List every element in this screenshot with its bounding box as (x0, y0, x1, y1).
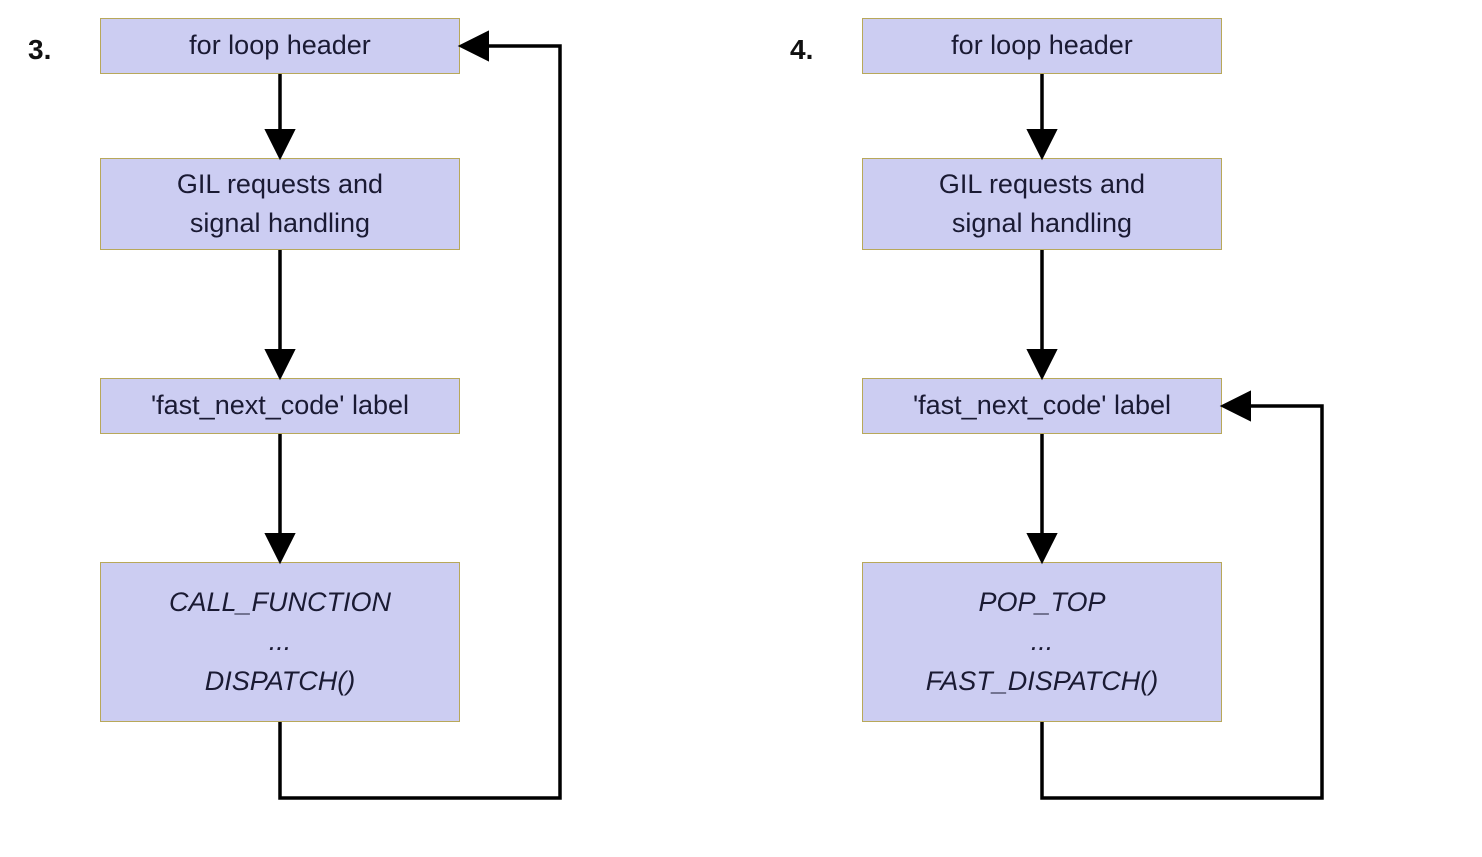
diagram-4: 4. for loop header GIL requests and sign… (780, 0, 1480, 857)
diagram-number-3: 3. (28, 34, 51, 66)
box-fast-dispatch: POP_TOP ... FAST_DISPATCH() (862, 562, 1222, 722)
box-text: DISPATCH() (205, 662, 356, 701)
box-text: ... (269, 622, 292, 661)
box-fast-next-code: 'fast_next_code' label (862, 378, 1222, 434)
box-for-loop-header: for loop header (100, 18, 460, 74)
box-text: signal handling (952, 204, 1132, 243)
box-text: CALL_FUNCTION (169, 583, 391, 622)
box-text: ... (1031, 622, 1054, 661)
box-text: signal handling (190, 204, 370, 243)
box-text: for loop header (951, 26, 1133, 65)
box-gil-signal: GIL requests and signal handling (862, 158, 1222, 250)
box-text: GIL requests and (939, 165, 1145, 204)
box-for-loop-header: for loop header (862, 18, 1222, 74)
box-text: FAST_DISPATCH() (926, 662, 1159, 701)
box-text: POP_TOP (978, 583, 1105, 622)
box-text: 'fast_next_code' label (151, 386, 409, 425)
box-fast-next-code: 'fast_next_code' label (100, 378, 460, 434)
box-text: for loop header (189, 26, 371, 65)
box-gil-signal: GIL requests and signal handling (100, 158, 460, 250)
diagram-3: 3. for loop header GIL requests and sign… (0, 0, 740, 857)
box-dispatch: CALL_FUNCTION ... DISPATCH() (100, 562, 460, 722)
box-text: GIL requests and (177, 165, 383, 204)
diagram-number-4: 4. (790, 34, 813, 66)
box-text: 'fast_next_code' label (913, 386, 1171, 425)
